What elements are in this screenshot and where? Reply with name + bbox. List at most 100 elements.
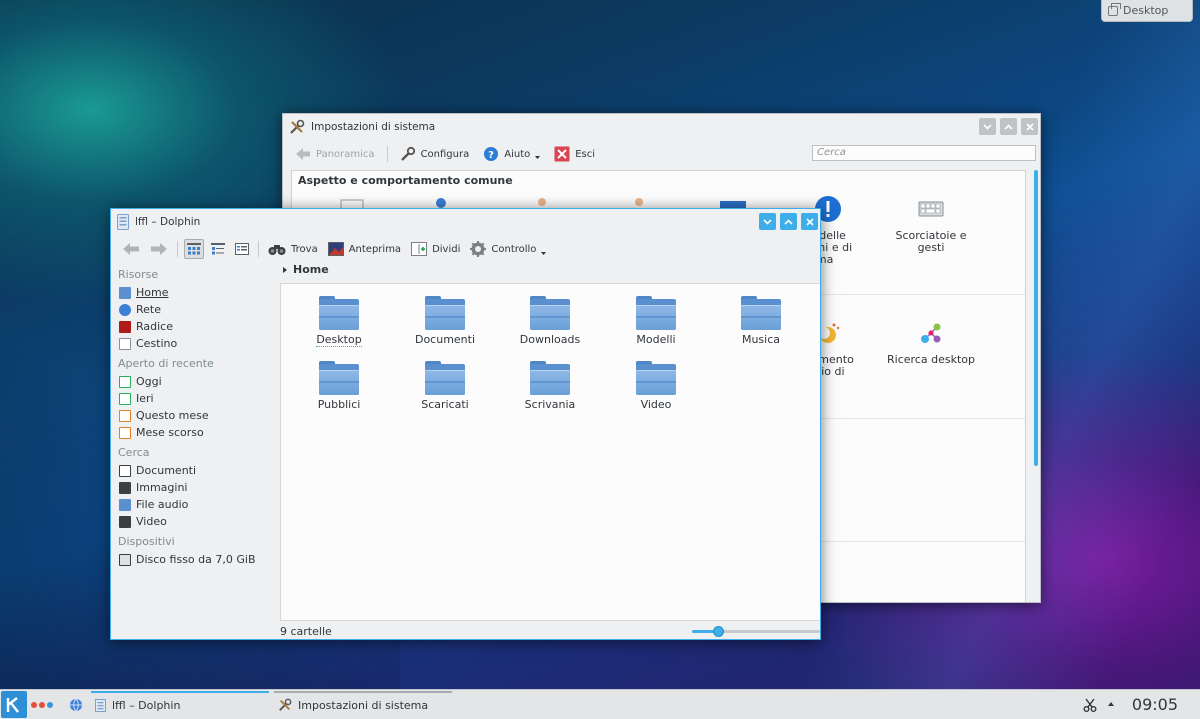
overview-button[interactable]: Panoramica (291, 145, 379, 163)
places-item-label: Disco fisso da 7,0 GiB (136, 553, 256, 566)
dropdown-arrow-icon (541, 252, 547, 255)
browser-icon[interactable] (69, 698, 83, 712)
minimize-button[interactable] (979, 118, 996, 135)
svg-text:?: ? (488, 150, 494, 161)
folder-label: Pubblici (317, 398, 361, 411)
places-item-label: Home (136, 286, 169, 299)
configure-button[interactable]: Configura (396, 144, 474, 164)
places-item-today[interactable]: Oggi (118, 373, 279, 390)
zoom-slider-handle[interactable] (713, 626, 724, 637)
close-button[interactable] (801, 213, 818, 230)
places-item-label: Mese scorso (136, 426, 204, 439)
settings-titlebar[interactable]: Impostazioni di sistema (283, 114, 1040, 140)
places-item-last-month[interactable]: Mese scorso (118, 424, 279, 441)
folder-item[interactable]: Desktop (286, 296, 392, 347)
dolphin-titlebar[interactable]: lffl – Dolphin (111, 209, 820, 235)
dolphin-app-icon (117, 214, 129, 230)
clock[interactable]: 09:05 (1132, 695, 1178, 714)
chevron-down-icon (763, 218, 772, 225)
settings-item-shortcuts[interactable]: Scorciatoie e gesti (881, 195, 981, 254)
help-button[interactable]: ? Aiuto (479, 144, 544, 164)
desktop-icon (1108, 2, 1121, 16)
places-item-label: File audio (136, 498, 189, 511)
maximize-button[interactable] (1000, 118, 1017, 135)
breadcrumb-arrow-icon (283, 266, 287, 273)
scissors-icon[interactable] (1083, 698, 1097, 712)
application-launcher[interactable] (1, 691, 27, 718)
home-folder-icon (119, 286, 131, 299)
desktop-toolbox[interactable]: Desktop (1101, 0, 1193, 22)
folder-label: Downloads (519, 333, 581, 346)
chevron-down-icon (983, 123, 992, 130)
places-item-hard-disk[interactable]: Disco fisso da 7,0 GiB (118, 551, 279, 568)
places-item-label: Ieri (136, 392, 154, 405)
control-button[interactable]: Controllo (467, 239, 549, 259)
back-button[interactable] (119, 240, 143, 258)
folder-item[interactable]: Modelli (603, 296, 709, 346)
places-item-audio[interactable]: File audio (118, 496, 279, 513)
file-view[interactable]: Desktop Documenti Downloads Modelli Musi… (280, 283, 820, 621)
places-item-label: Cestino (136, 337, 178, 350)
places-item-label: Documenti (136, 464, 197, 477)
places-item-label: Questo mese (136, 409, 209, 422)
folder-label: Scaricati (421, 398, 469, 411)
folder-item[interactable]: Video (603, 361, 709, 411)
places-section-title: Cerca (118, 446, 150, 459)
calendar-icon (119, 426, 131, 439)
task-label: lffl – Dolphin (112, 698, 181, 712)
places-item-label: Rete (136, 303, 161, 316)
close-button[interactable] (1021, 118, 1038, 135)
preview-button[interactable]: Anteprima (325, 240, 404, 258)
folder-item[interactable]: Scrivania (497, 361, 603, 411)
arrow-left-icon (296, 148, 310, 160)
zoom-slider[interactable] (692, 626, 820, 637)
folder-item[interactable]: Scaricati (392, 361, 498, 411)
maximize-button[interactable] (780, 213, 797, 230)
activities-button[interactable] (31, 702, 53, 708)
desktop-toolbox-label: Desktop (1123, 4, 1169, 17)
settings-scrollbar[interactable] (1034, 170, 1038, 466)
minimize-button[interactable] (759, 213, 776, 230)
desktop-search-icon (921, 323, 941, 343)
places-section-title: Dispositivi (118, 535, 175, 548)
folder-item[interactable]: Pubblici (286, 361, 392, 411)
task-system-settings[interactable]: Impostazioni di sistema (274, 691, 452, 719)
compact-view-button[interactable] (208, 239, 228, 259)
breadcrumb[interactable]: Home (283, 263, 329, 276)
dolphin-app-icon (95, 698, 106, 712)
places-item-trash[interactable]: Cestino (118, 335, 279, 352)
folder-label: Documenti (414, 333, 476, 346)
find-button[interactable]: Trova (265, 240, 321, 258)
forward-button[interactable] (147, 240, 171, 258)
places-item-images[interactable]: Immagini (118, 479, 279, 496)
task-dolphin[interactable]: lffl – Dolphin (91, 691, 269, 719)
settings-item-desktop-search[interactable]: Ricerca desktop (881, 319, 981, 366)
arrow-left-icon (123, 243, 139, 255)
binoculars-icon (268, 245, 286, 255)
folder-icon (319, 361, 359, 395)
tools-icon (290, 119, 305, 134)
folder-item[interactable]: Documenti (392, 296, 498, 346)
places-item-network[interactable]: Rete (118, 301, 279, 318)
toolbar-separator (258, 241, 259, 257)
task-label: Impostazioni di sistema (298, 698, 429, 712)
quit-button[interactable]: Esci (550, 144, 599, 164)
audio-file-icon (119, 498, 131, 511)
places-item-documents[interactable]: Documenti (118, 462, 279, 479)
places-item-video[interactable]: Video (118, 513, 279, 530)
folder-item[interactable]: Downloads (497, 296, 603, 346)
places-item-this-month[interactable]: Questo mese (118, 407, 279, 424)
trash-icon (119, 337, 131, 350)
chevron-up-icon[interactable] (1108, 702, 1114, 706)
search-input[interactable]: Cerca (812, 145, 1036, 161)
icons-view-button[interactable] (184, 239, 204, 259)
details-view-button[interactable] (232, 239, 252, 259)
places-item-yesterday[interactable]: Ieri (118, 390, 279, 407)
places-item-home[interactable]: Home (118, 284, 279, 301)
toolbar-separator (177, 241, 178, 257)
split-button[interactable]: Dividi (408, 240, 463, 258)
folder-icon (319, 296, 359, 330)
settings-title: Impostazioni di sistema (311, 121, 436, 133)
folder-item[interactable]: Musica (708, 296, 814, 346)
places-item-root[interactable]: Radice (118, 318, 279, 335)
